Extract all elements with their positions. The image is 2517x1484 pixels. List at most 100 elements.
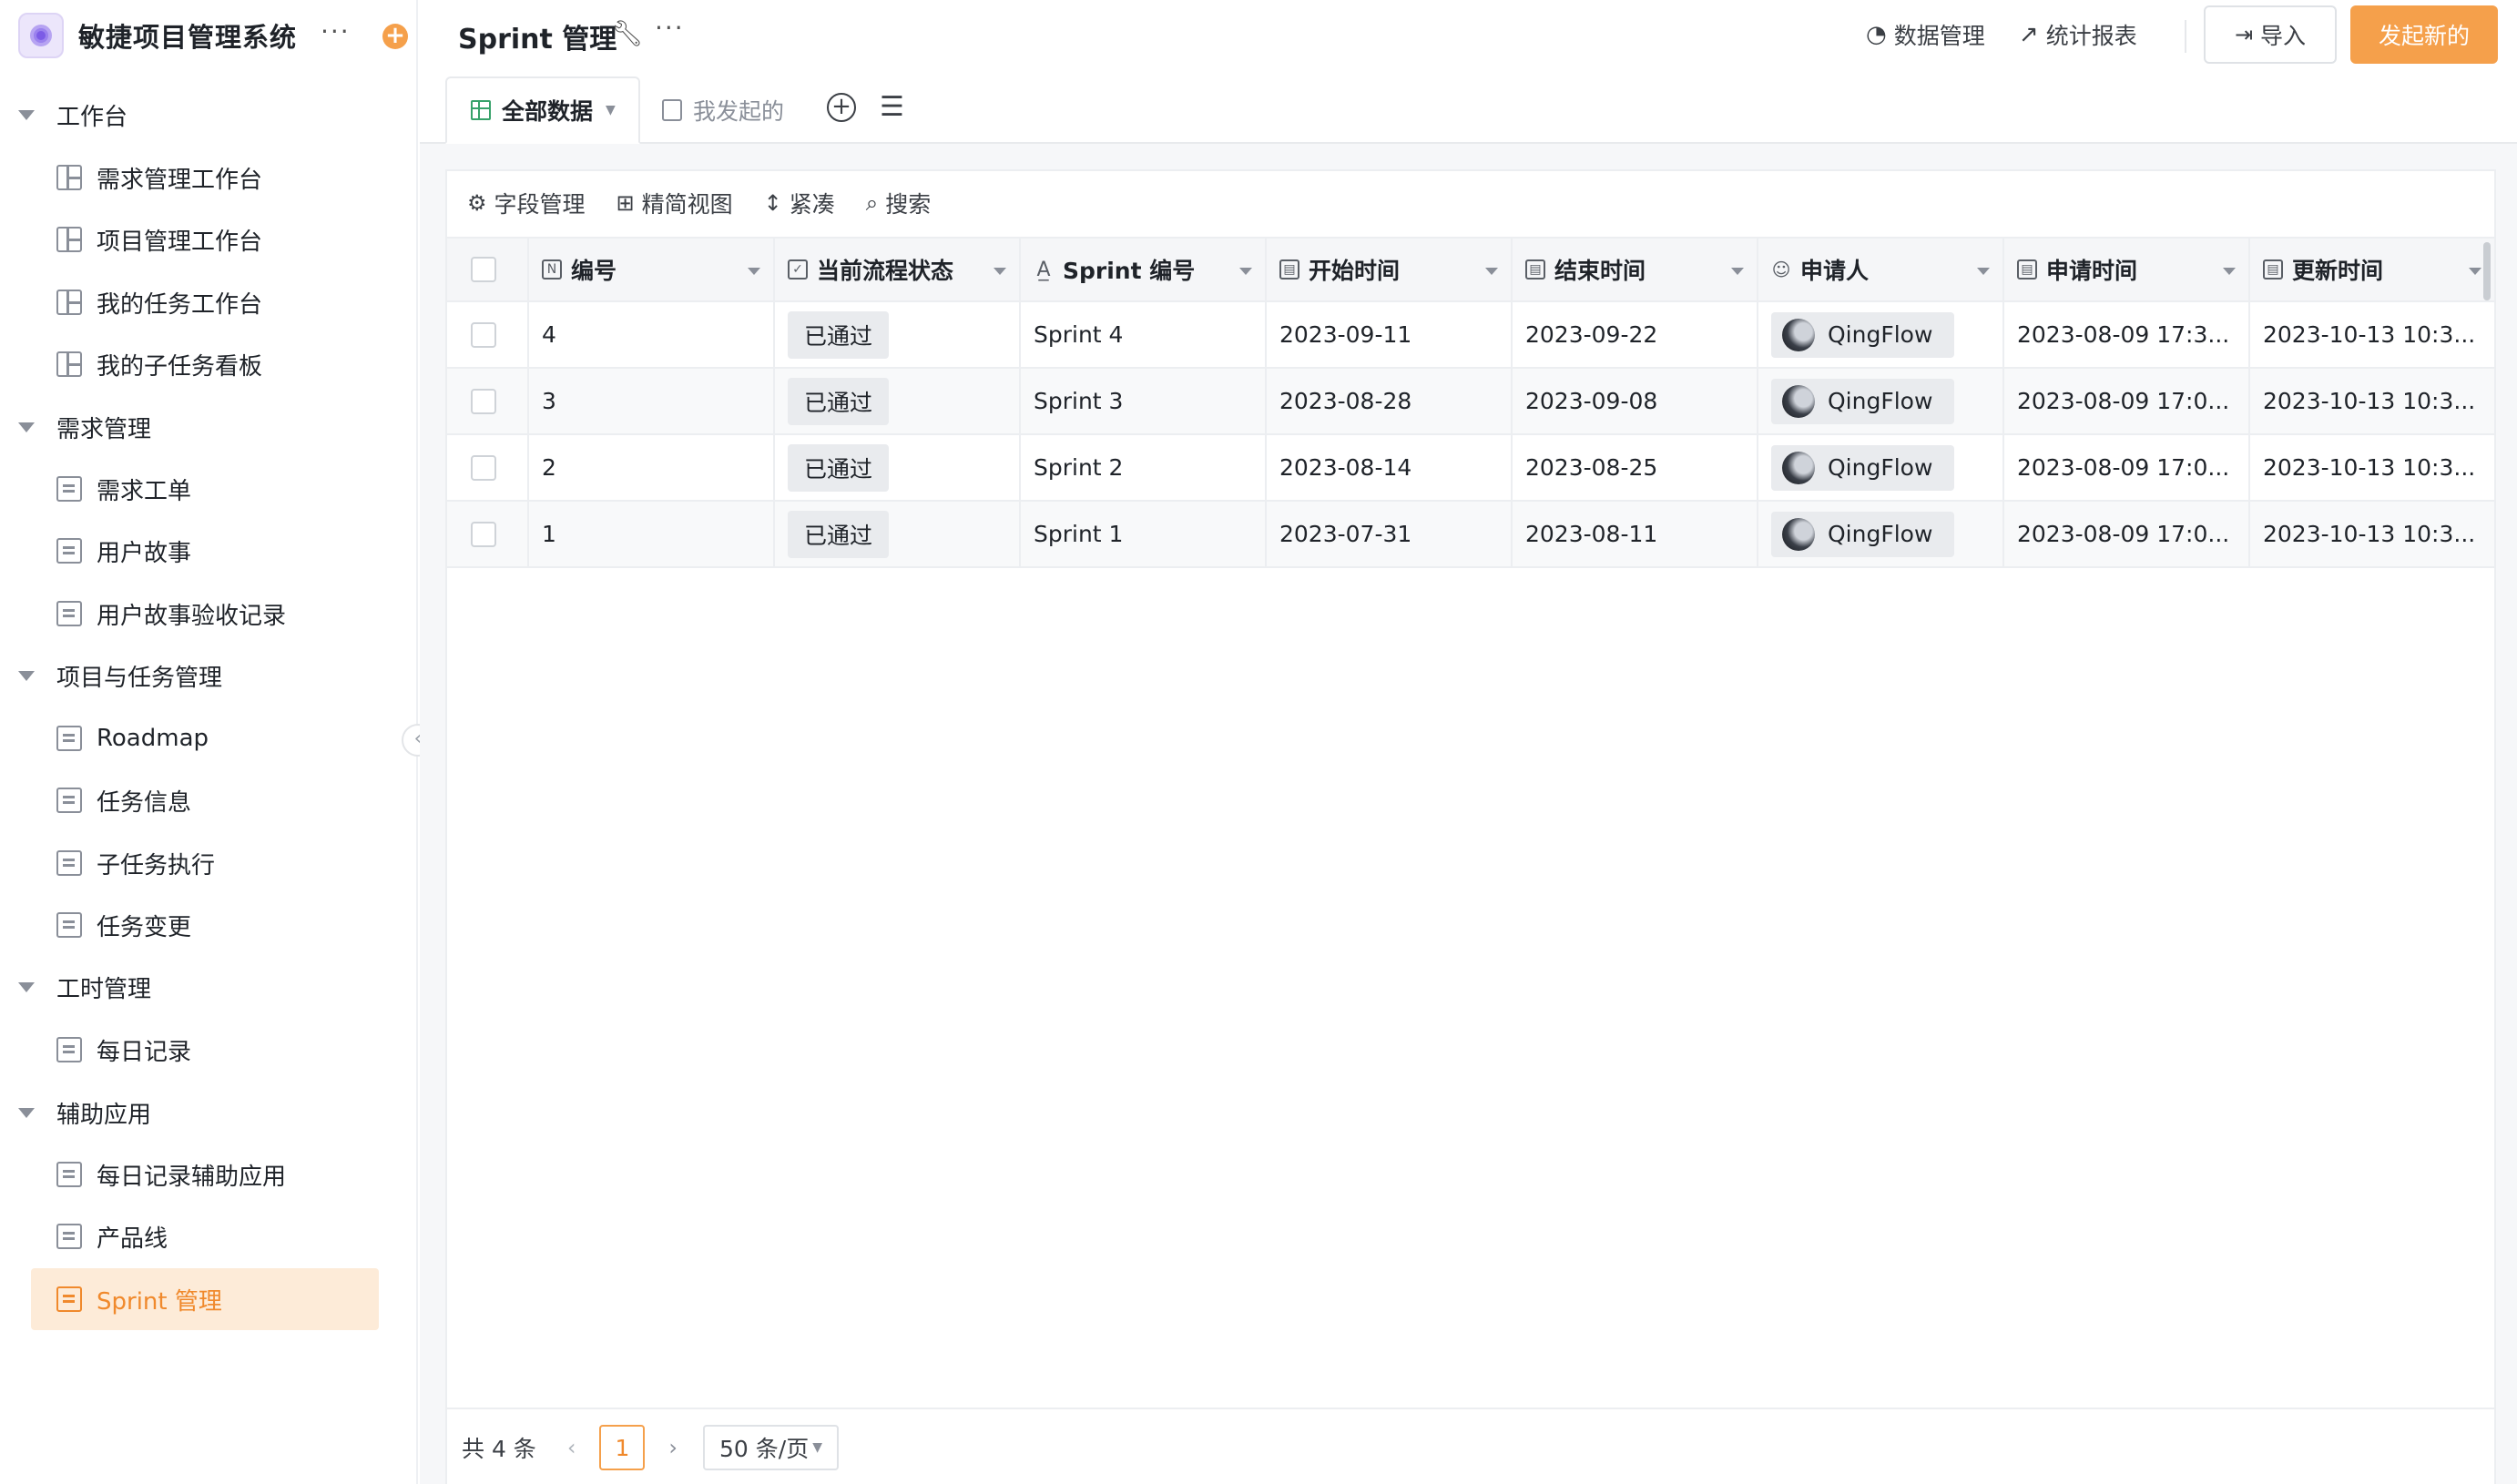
column-menu-icon[interactable] (994, 268, 1006, 275)
column-header[interactable]: ▤ 更新时间 (2250, 239, 2494, 300)
table-row[interactable]: 3 已通过 Sprint 3 2023-08-28 2023-09-08 Qin… (447, 369, 2494, 435)
page-title: Sprint 管理 (458, 24, 617, 56)
nav-group-aux[interactable]: 辅助应用 (18, 1085, 151, 1140)
dashboard-icon (56, 227, 82, 252)
more-icon[interactable]: ··· (655, 13, 685, 43)
sidebar-item[interactable]: 任务变更 (31, 896, 379, 954)
column-header[interactable]: A̲ Sprint 编号 (1021, 239, 1267, 300)
sidebar-item[interactable]: 需求工单 (31, 460, 379, 518)
toolbar-label: 搜索 (885, 191, 932, 218)
table-grid-icon (471, 100, 491, 120)
cell-end: 2023-09-22 (1513, 302, 1758, 367)
tab-mine[interactable]: 我发起的 (662, 76, 784, 144)
table-row[interactable]: 4 已通过 Sprint 4 2023-09-11 2023-09-22 Qin… (447, 302, 2494, 369)
toolbar-label: 字段管理 (494, 191, 586, 218)
table-row[interactable]: 2 已通过 Sprint 2 2023-08-14 2023-08-25 Qin… (447, 435, 2494, 502)
sidebar-item[interactable]: 我的子任务看板 (31, 335, 379, 393)
tab-label: 全部数据 (502, 98, 594, 125)
column-header[interactable]: ☺ 申请人 (1758, 239, 2004, 300)
sidebar-item[interactable]: 需求管理工作台 (31, 148, 379, 207)
nav-group-projects[interactable]: 项目与任务管理 (18, 648, 222, 703)
column-header[interactable]: ✓ 当前流程状态 (775, 239, 1021, 300)
select-all-cell (447, 239, 529, 300)
sidebar-item[interactable]: 用户故事 (31, 522, 379, 580)
nav-group-label: 工时管理 (56, 975, 152, 1003)
app-more-icon[interactable]: ··· (321, 16, 351, 46)
pagination: 共 4 条 ‹ 1 › 50 条/页 ▼ (447, 1408, 2494, 1484)
search-button[interactable]: ⌕ 搜索 (866, 187, 931, 219)
cell-applied: 2023-08-09 17:0... (2004, 369, 2250, 433)
status-field-icon: ✓ (788, 259, 808, 280)
sidebar-item[interactable]: 每日记录 (31, 1021, 379, 1079)
row-checkbox[interactable] (471, 388, 496, 414)
search-icon: ⌕ (865, 190, 879, 216)
column-menu-icon[interactable] (2223, 268, 2236, 275)
row-checkbox[interactable] (471, 321, 496, 348)
column-menu-icon[interactable] (1731, 268, 1744, 275)
user-name: QingFlow (1828, 321, 1933, 348)
horizontal-scrollbar[interactable] (2483, 242, 2491, 300)
sidebar-item[interactable]: 产品线 (31, 1207, 379, 1265)
select-all-checkbox[interactable] (471, 257, 496, 282)
nav-group-requirements[interactable]: 需求管理 (18, 400, 151, 454)
density-button[interactable]: ↕ 紧凑 (764, 187, 835, 219)
cell-sprint: Sprint 1 (1021, 502, 1267, 566)
cell-status: 已通过 (775, 435, 1021, 500)
column-header[interactable]: ▤ 结束时间 (1513, 239, 1758, 300)
create-new-button[interactable]: 发起新的 (2350, 5, 2498, 64)
data-manage-link[interactable]: ◔ 数据管理 (1866, 18, 1985, 51)
column-menu-icon[interactable] (2469, 268, 2481, 275)
table-row[interactable]: 1 已通过 Sprint 1 2023-07-31 2023-08-11 Qin… (447, 502, 2494, 568)
column-header[interactable]: ▤ 开始时间 (1267, 239, 1513, 300)
dropdown-icon[interactable]: ▼ (606, 103, 616, 117)
sidebar-item[interactable]: Roadmap (31, 709, 379, 767)
import-label: 导入 (2260, 23, 2307, 49)
tab-all-data[interactable]: 全部数据 ▼ (445, 76, 640, 144)
caret-down-icon (18, 670, 35, 681)
sidebar-item[interactable]: 项目管理工作台 (31, 210, 379, 269)
add-view-icon[interactable]: + (827, 93, 856, 122)
field-manage-button[interactable]: ⚙ 字段管理 (467, 187, 586, 219)
report-link[interactable]: ↗ 统计报表 (2019, 18, 2137, 51)
sidebar-item[interactable]: 任务信息 (31, 771, 379, 829)
sidebar-item[interactable]: 我的任务工作台 (31, 273, 379, 331)
row-checkbox[interactable] (471, 454, 496, 481)
calendar-icon: ▤ (2263, 259, 2283, 280)
column-header[interactable]: ▤ 申请时间 (2004, 239, 2250, 300)
column-menu-icon[interactable] (1977, 268, 1990, 275)
dashboard-icon (56, 290, 82, 315)
app-logo-icon (18, 13, 64, 58)
cell-sprint: Sprint 2 (1021, 435, 1267, 500)
dashboard-gauge-icon: ◔ (1866, 21, 1887, 48)
page-size-select[interactable]: 50 条/页 ▼ (703, 1425, 839, 1470)
report-label: 统计报表 (2045, 23, 2137, 49)
page-size-label: 50 条/页 (719, 1436, 810, 1462)
user-tag: QingFlow (1771, 511, 1955, 557)
avatar (1782, 451, 1815, 484)
column-title: 结束时间 (1554, 258, 1646, 284)
nav-group-timesheet[interactable]: 工时管理 (18, 960, 151, 1014)
sidebar-item[interactable]: 用户故事验收记录 (31, 584, 379, 643)
column-menu-icon[interactable] (1485, 268, 1498, 275)
wrench-icon[interactable]: 🔧︎ (611, 18, 644, 48)
sidebar-item[interactable]: 子任务执行 (31, 834, 379, 892)
data-table: N 编号 ✓ 当前流程状态 A̲ Sprint 编号 ▤ 开始时间 ▤ 结束时间 ☺ 申请人… (447, 237, 2494, 568)
sidebar-item-sprint-active[interactable]: Sprint 管理 (31, 1268, 379, 1330)
list-view-icon[interactable]: ☰ (880, 91, 904, 123)
column-menu-icon[interactable] (1239, 268, 1252, 275)
cell-applicant: QingFlow (1758, 435, 2004, 500)
column-menu-icon[interactable] (748, 268, 760, 275)
column-header[interactable]: N 编号 (529, 239, 775, 300)
sidebar-item-label: 用户故事 (97, 539, 192, 567)
sidebar-item-label: 我的任务工作台 (97, 290, 263, 319)
import-button[interactable]: ⇥ 导入 (2204, 5, 2337, 64)
current-page[interactable]: 1 (599, 1425, 646, 1470)
nav-group-workbench[interactable]: 工作台 (18, 87, 127, 142)
compact-view-button[interactable]: ⊞ 精简视图 (617, 187, 733, 219)
app-add-icon[interactable]: + (382, 24, 408, 49)
row-checkbox[interactable] (471, 521, 496, 547)
next-page-icon[interactable]: › (668, 1435, 678, 1460)
sidebar-item[interactable]: 每日记录辅助应用 (31, 1145, 379, 1204)
cell-applied: 2023-08-09 17:0... (2004, 502, 2250, 566)
prev-page-icon[interactable]: ‹ (567, 1435, 576, 1460)
